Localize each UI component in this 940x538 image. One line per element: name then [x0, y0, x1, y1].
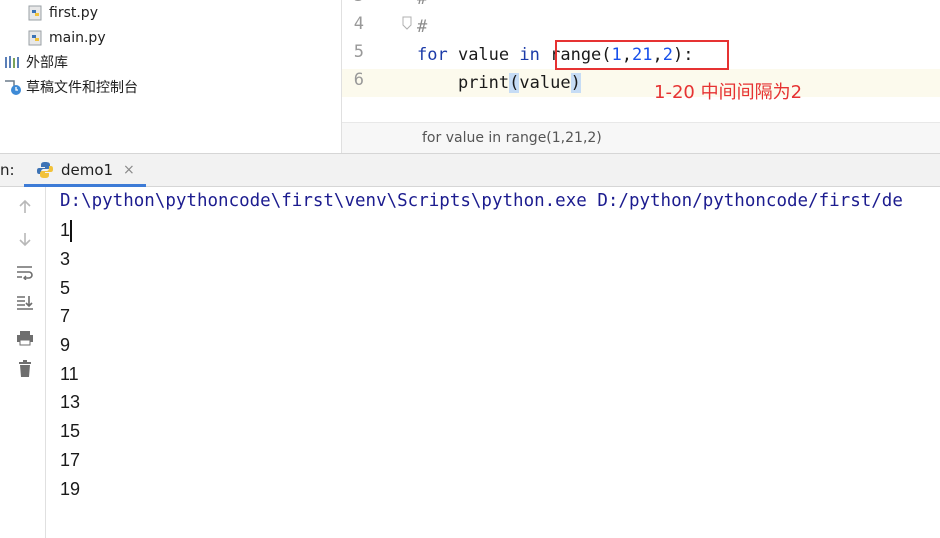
identifier: value — [447, 45, 520, 65]
output-line: 17 — [60, 450, 81, 470]
print-icon[interactable] — [14, 327, 36, 349]
run-console[interactable]: D:\python\pythoncode\first\venv\Scripts\… — [46, 187, 940, 538]
close-icon[interactable]: × — [123, 162, 135, 178]
run-label: n: — [0, 161, 15, 179]
breadcrumb-bar: for value in range(1,21,2) — [342, 122, 940, 154]
tree-item-label: main.py — [49, 30, 106, 46]
output-line: 5 — [60, 278, 71, 298]
down-arrow-icon[interactable] — [14, 228, 36, 250]
output-line: 19 — [60, 479, 81, 499]
breadcrumb[interactable]: for value in range(1,21,2) — [422, 130, 602, 146]
output-line: 9 — [60, 335, 71, 355]
tree-item-first-py[interactable]: first.py — [27, 2, 98, 24]
tree-item-scratches[interactable]: 草稿文件和控制台 — [4, 76, 138, 98]
output-line: 1 — [60, 220, 71, 240]
tree-item-label: first.py — [49, 5, 98, 21]
keyword-for: for — [417, 45, 448, 65]
open-paren: ( — [509, 73, 520, 93]
argument: value — [519, 73, 571, 93]
up-arrow-icon[interactable] — [14, 196, 36, 218]
text-caret — [70, 220, 72, 242]
output-line: 3 — [60, 249, 71, 269]
line-number: 4 — [353, 14, 364, 34]
run-tool-window-header: n: demo1 × — [0, 153, 940, 187]
scroll-to-end-icon[interactable] — [14, 291, 36, 313]
output-line: 15 — [60, 421, 81, 441]
output-line: 13 — [60, 392, 81, 412]
print-call: print — [457, 73, 510, 93]
python-file-icon — [27, 29, 45, 47]
tree-item-external-libraries[interactable]: 外部库 — [4, 51, 68, 73]
tree-item-label: 草稿文件和控制台 — [26, 80, 138, 96]
code-line-6: print(value) — [417, 69, 581, 97]
tree-item-main-py[interactable]: main.py — [27, 27, 106, 49]
tab-demo1[interactable]: demo1 × — [24, 154, 146, 187]
code-line-3: # — [417, 0, 427, 13]
code-editor[interactable]: 3 4 5 6 # # for value in range(1,21,2): … — [342, 0, 940, 154]
console-toolbar — [0, 187, 46, 538]
code-line-4: # — [417, 17, 428, 37]
scratches-icon — [4, 78, 22, 96]
annotation-text: 1-20 中间间隔为2 — [654, 82, 803, 103]
python-icon — [37, 162, 53, 178]
library-icon — [4, 53, 22, 71]
line-number: 6 — [353, 70, 364, 90]
keyword-in: in — [519, 45, 540, 65]
trash-icon[interactable] — [14, 358, 36, 380]
run-command: D:\python\pythoncode\first\venv\Scripts\… — [60, 191, 903, 211]
close-paren: ) — [570, 73, 581, 93]
python-file-icon — [27, 4, 45, 22]
output-line: 11 — [60, 364, 79, 384]
line-number: 5 — [353, 42, 364, 62]
fold-marker-icon[interactable] — [402, 16, 412, 30]
line-number: 3 — [342, 0, 364, 6]
soft-wrap-icon[interactable] — [14, 261, 36, 283]
tree-item-label: 外部库 — [26, 55, 68, 71]
line-number-gutter: 3 4 5 6 — [342, 0, 412, 122]
highlight-box — [555, 40, 729, 70]
project-tree: first.py main.py 外部库 草稿文件和控制台 — [0, 0, 342, 153]
output-line: 7 — [60, 306, 71, 326]
tab-label: demo1 — [61, 161, 114, 179]
